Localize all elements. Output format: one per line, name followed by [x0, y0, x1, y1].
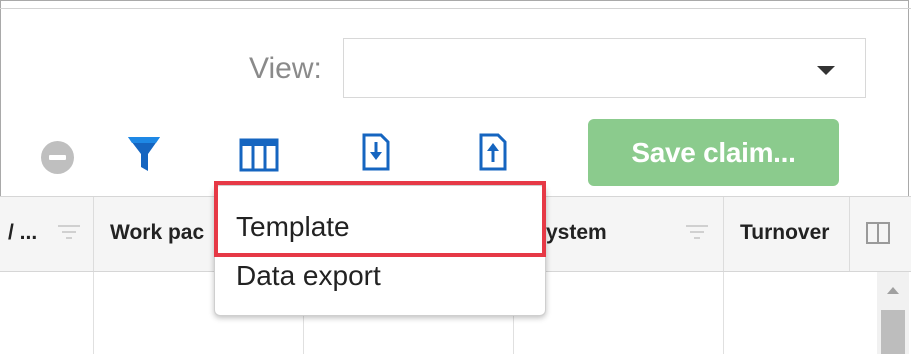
- minus-circle-icon[interactable]: [41, 141, 74, 174]
- column-header-label: Turnover: [740, 221, 830, 244]
- filter-lines-icon[interactable]: [58, 225, 80, 241]
- view-select[interactable]: [343, 38, 866, 98]
- filter-lines-icon[interactable]: [686, 225, 708, 241]
- column-chooser-icon[interactable]: [866, 222, 890, 244]
- column-header-label: / ...: [8, 221, 38, 244]
- view-label: View:: [249, 52, 322, 85]
- save-claim-button[interactable]: Save claim...: [588, 119, 839, 186]
- scrollbar-thumb[interactable]: [881, 310, 905, 354]
- columns-icon[interactable]: [239, 138, 279, 172]
- filter-icon[interactable]: [126, 134, 162, 174]
- export-dropdown-menu: Template Data export: [214, 185, 546, 316]
- menu-item-template[interactable]: Template: [215, 196, 545, 258]
- scroll-up-arrow-icon[interactable]: [887, 287, 899, 294]
- column-header-0[interactable]: / ...: [0, 197, 94, 271]
- column-header-label: Work pac: [110, 221, 205, 244]
- menu-item-data-export[interactable]: Data export: [215, 256, 545, 306]
- chevron-down-icon[interactable]: [817, 66, 835, 75]
- column-header-3[interactable]: Turnover: [724, 197, 850, 271]
- export-icon[interactable]: [478, 132, 508, 172]
- column-header-label: ystem: [546, 221, 607, 244]
- import-icon[interactable]: [361, 132, 391, 172]
- top-divider: [0, 8, 911, 9]
- grid-cell: [0, 272, 94, 354]
